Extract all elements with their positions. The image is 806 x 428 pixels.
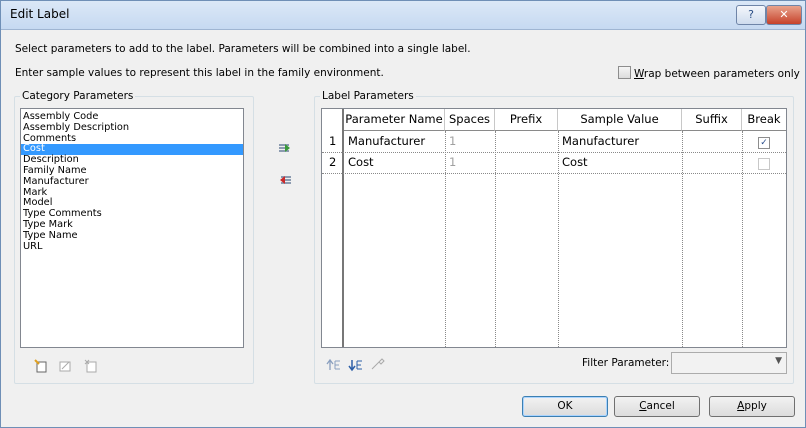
remove-parameter-icon[interactable] (277, 173, 293, 189)
list-item[interactable]: Comments (21, 133, 243, 145)
delete-parameter-icon[interactable] (84, 359, 98, 375)
new-parameter-icon[interactable] (34, 359, 48, 375)
edit-label-params-icon[interactable] (370, 357, 386, 373)
list-item[interactable]: Manufacturer (21, 176, 243, 188)
list-item[interactable]: Mark (21, 187, 243, 199)
add-parameter-icon[interactable] (277, 141, 293, 157)
column-header-suffix[interactable]: Suffix (682, 109, 742, 131)
ok-button[interactable]: OK (522, 396, 608, 417)
break-checkbox-checked[interactable]: ✓ (758, 137, 770, 149)
table-cell-sample-value[interactable]: Cost (562, 153, 588, 172)
help-button[interactable]: ? (736, 5, 766, 25)
wrap-accelerator: W (634, 68, 644, 80)
list-item[interactable]: URL (21, 241, 243, 253)
move-up-icon[interactable] (326, 358, 342, 374)
grid-line (322, 173, 786, 174)
table-cell-parameter-name[interactable]: Manufacturer (348, 132, 425, 151)
break-checkbox[interactable] (758, 158, 770, 170)
cancel-button[interactable]: Cancel (614, 396, 700, 417)
cancel-label: ancel (646, 400, 675, 412)
grid-line (682, 131, 683, 347)
instruction-line-1: Select parameters to add to the label. P… (15, 43, 471, 55)
label-parameters-grid[interactable]: Parameter Name Spaces Prefix Sample Valu… (321, 108, 787, 348)
table-cell-sample-value[interactable]: Manufacturer (562, 132, 639, 151)
grid-line (322, 152, 786, 153)
grid-line (495, 131, 496, 347)
column-header-prefix[interactable]: Prefix (495, 109, 558, 131)
table-cell-spaces[interactable]: 1 (449, 153, 456, 172)
row-number: 1 (329, 134, 337, 148)
column-header-parameter-name[interactable]: Parameter Name (344, 109, 445, 131)
row-number: 2 (329, 155, 337, 169)
column-header-spaces[interactable]: Spaces (445, 109, 495, 131)
instruction-line-2: Enter sample values to represent this la… (15, 67, 384, 79)
grid-line (742, 131, 743, 347)
close-button[interactable]: ✕ (766, 5, 802, 25)
title-bar: Edit Label ? ✕ (1, 1, 805, 30)
move-down-icon[interactable] (348, 358, 364, 374)
edit-label-dialog: Edit Label ? ✕ Select parameters to add … (0, 0, 806, 428)
grid-line (558, 131, 559, 347)
checkbox-box[interactable] (618, 66, 631, 79)
wrap-between-parameters-checkbox[interactable]: Wrap between parameters only (618, 66, 800, 80)
apply-label: pply (744, 400, 767, 412)
column-header-break[interactable]: Break (742, 109, 786, 131)
window-title: Edit Label (10, 7, 70, 21)
category-parameters-list[interactable]: Assembly Code Assembly Description Comme… (20, 108, 244, 348)
chevron-down-icon[interactable]: ▼ (775, 356, 782, 366)
wrap-label: rap between parameters only (643, 68, 800, 80)
column-header-sample-value[interactable]: Sample Value (558, 109, 682, 131)
category-parameters-label: Category Parameters (20, 90, 136, 102)
filter-parameter-dropdown[interactable]: ▼ (671, 352, 787, 374)
filter-parameter-label: Filter Parameter: (582, 357, 670, 369)
grid-line (445, 131, 446, 347)
list-item[interactable]: Assembly Description (21, 122, 243, 134)
table-cell-parameter-name[interactable]: Cost (348, 153, 374, 172)
apply-button[interactable]: Apply (709, 396, 795, 417)
label-parameters-label: Label Parameters (320, 90, 416, 102)
edit-parameter-icon[interactable] (58, 359, 72, 375)
cancel-accelerator: C (639, 400, 647, 412)
table-cell-spaces[interactable]: 1 (449, 132, 456, 151)
list-item[interactable]: Type Name (21, 230, 243, 242)
